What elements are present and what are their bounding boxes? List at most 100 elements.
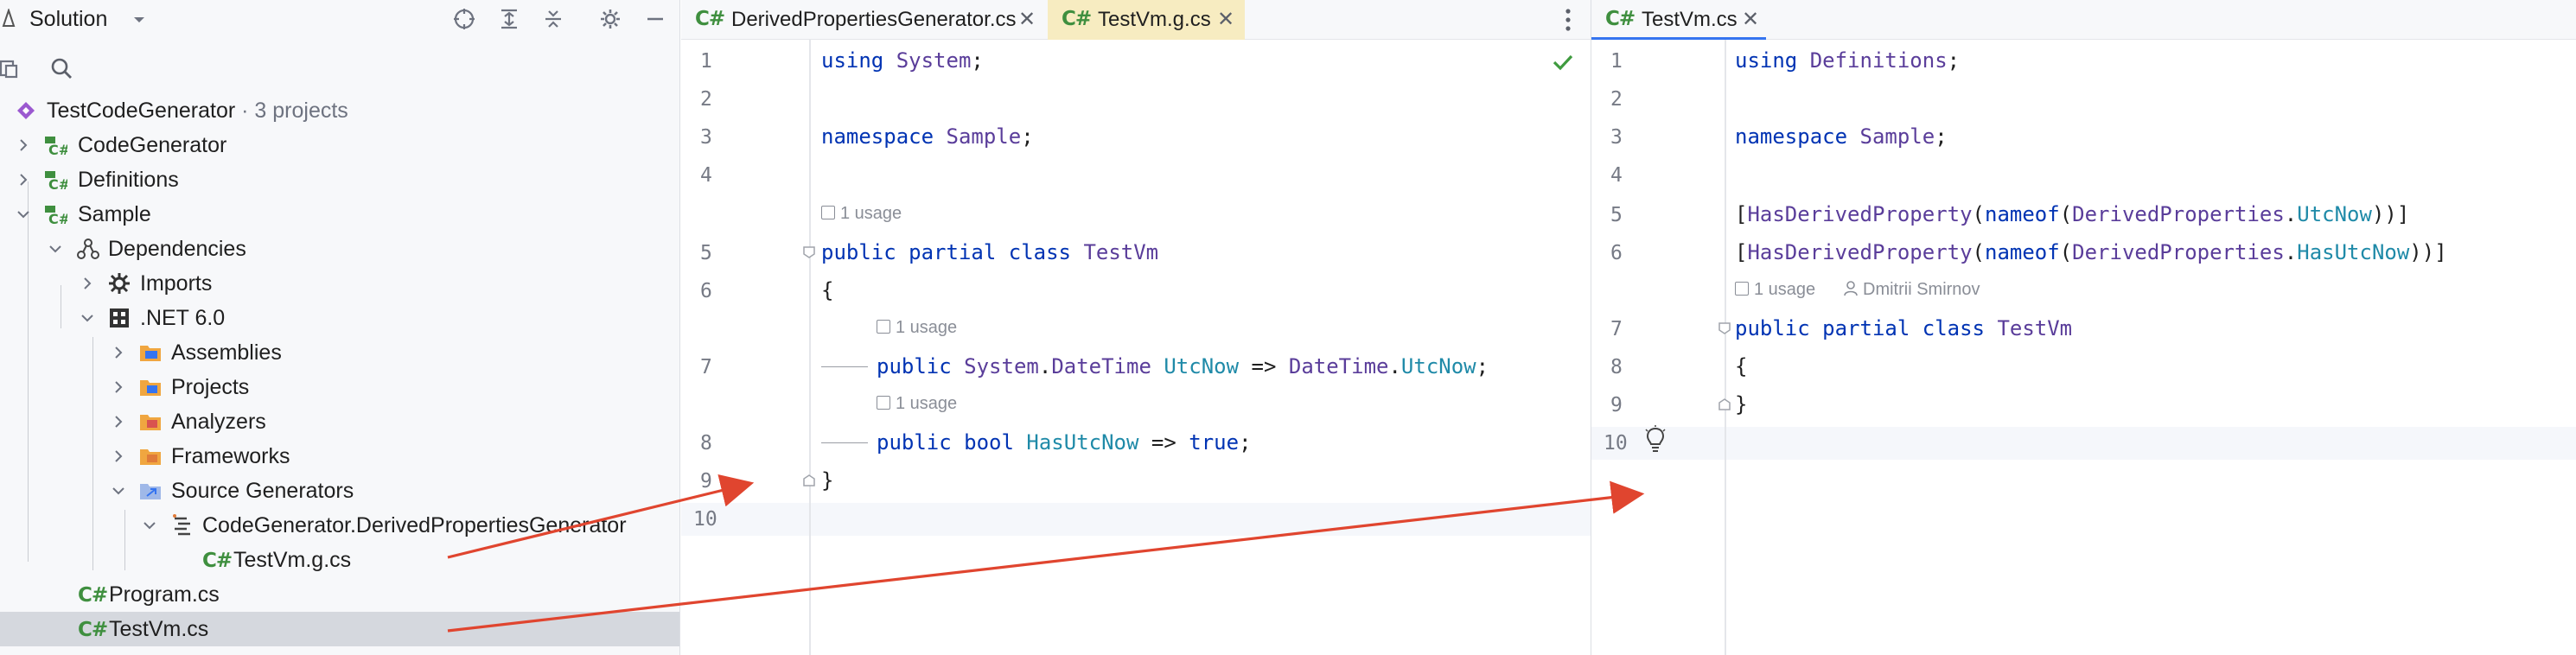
close-icon[interactable]: ✕ xyxy=(1742,7,1759,32)
more-options-icon[interactable] xyxy=(1561,7,1575,33)
usages-hint[interactable]: 1 usage xyxy=(1735,280,1815,300)
line-number: 3 xyxy=(1610,126,1623,149)
dependencies-icon xyxy=(77,238,99,259)
expand-all-icon[interactable] xyxy=(495,5,523,33)
code-line-5[interactable]: public partial class TestVm xyxy=(821,240,1158,264)
tree-item-label: Imports xyxy=(140,271,213,296)
chevron-right-icon[interactable] xyxy=(111,379,126,395)
tree-item-codegenerator[interactable]: C# CodeGenerator xyxy=(0,128,679,162)
search-icon[interactable] xyxy=(47,54,76,83)
code-line-8[interactable]: { xyxy=(1735,354,1747,378)
code-line-3[interactable]: namespace Sample; xyxy=(1735,124,1948,149)
solution-logo-icon xyxy=(2,9,16,27)
solution-explorer: Solution TestCodeGenerator · 3 projects … xyxy=(0,0,680,655)
chevron-down-icon[interactable] xyxy=(48,241,63,257)
svg-text:C#: C# xyxy=(48,142,67,157)
collapse-all-icon[interactable] xyxy=(539,5,567,33)
solution-icon xyxy=(17,102,35,119)
fold-marker-icon[interactable] xyxy=(802,245,816,259)
line-number: 8 xyxy=(700,432,712,455)
close-icon[interactable]: ✕ xyxy=(1217,7,1234,32)
usage-icon xyxy=(821,206,835,219)
tab-testvm-cs[interactable]: C# TestVm.cs ✕ xyxy=(1591,0,1766,40)
fold-marker-icon[interactable] xyxy=(1718,321,1731,335)
tree-item-sample[interactable]: C# Sample xyxy=(0,197,679,232)
tree-item-derived-properties-generator[interactable]: CodeGenerator.DerivedPropertiesGenerator xyxy=(0,508,679,543)
csharp-project-icon: C# xyxy=(45,171,67,192)
tree-item-frameworks[interactable]: Frameworks xyxy=(0,439,679,474)
chevron-down-icon[interactable] xyxy=(16,207,31,222)
tree-item-testvm-cs[interactable]: C# TestVm.cs xyxy=(0,612,679,646)
tree-item-projects[interactable]: Projects xyxy=(0,370,679,404)
code-line-8[interactable]: public bool HasUtcNow => true; xyxy=(877,430,1252,455)
close-icon[interactable]: ✕ xyxy=(1018,7,1036,32)
chevron-right-icon[interactable] xyxy=(111,448,126,464)
gutter-separator xyxy=(1725,40,1726,655)
usages-hint[interactable]: 1 usage xyxy=(877,318,957,338)
code-line-7[interactable]: public System.DateTime UtcNow => DateTim… xyxy=(877,354,1489,378)
line-number: 6 xyxy=(700,280,712,302)
fold-marker-icon[interactable] xyxy=(802,474,816,487)
code-line-6[interactable]: { xyxy=(821,278,833,302)
show-files-icon[interactable] xyxy=(0,54,24,83)
tree-item-dependencies[interactable]: Dependencies xyxy=(0,232,679,266)
source-generators-icon xyxy=(140,484,161,499)
tree-item-label: TestVm.g.cs xyxy=(233,548,352,572)
tree-item-analyzers[interactable]: Analyzers xyxy=(0,404,679,439)
usages-hint[interactable]: 1 usage xyxy=(877,394,957,414)
tree-item-label: TestVm.cs xyxy=(109,617,209,641)
usages-hint[interactable]: 1 usage xyxy=(821,204,902,224)
chevron-down-icon[interactable] xyxy=(111,483,126,499)
minimize-icon[interactable] xyxy=(641,5,669,33)
tree-item-solution[interactable]: TestCodeGenerator · 3 projects xyxy=(0,93,679,128)
tree-item-program-cs[interactable]: C# Program.cs xyxy=(0,577,679,612)
code-line-1[interactable]: using System; xyxy=(821,48,984,73)
chevron-right-icon[interactable] xyxy=(16,137,31,153)
code-line-9[interactable]: } xyxy=(1735,392,1747,417)
chevron-right-icon[interactable] xyxy=(111,414,126,429)
chevron-right-icon[interactable] xyxy=(80,276,95,291)
tree-item-label: Analyzers xyxy=(171,410,266,434)
tree-item-imports[interactable]: Imports xyxy=(0,266,679,301)
code-line-3[interactable]: namespace Sample; xyxy=(821,124,1034,149)
current-line-highlight xyxy=(681,503,1591,536)
tree-item-net6[interactable]: .NET 6.0 xyxy=(0,301,679,335)
locate-file-icon[interactable] xyxy=(450,5,478,33)
line-number: 10 xyxy=(693,508,717,531)
csharp-file-icon: C# xyxy=(78,619,108,641)
chevron-down-icon[interactable] xyxy=(142,518,157,533)
chevron-down-icon[interactable] xyxy=(131,12,147,28)
line-number: 7 xyxy=(700,356,712,378)
solution-title[interactable]: Solution xyxy=(29,7,107,32)
chevron-right-icon[interactable] xyxy=(111,345,126,360)
user-icon xyxy=(1844,281,1858,296)
line-number: 2 xyxy=(1610,88,1623,111)
csharp-file-icon: C# xyxy=(78,584,108,607)
tab-testvm-g-cs[interactable]: C# TestVm.g.cs ✕ xyxy=(1048,0,1245,40)
line-number: 2 xyxy=(700,88,712,111)
no-problems-check-icon[interactable] xyxy=(1553,54,1573,71)
gutter-separator xyxy=(809,40,811,655)
tree-item-source-generators[interactable]: Source Generators xyxy=(0,474,679,508)
code-line-5[interactable]: [HasDerivedProperty(nameof(DerivedProper… xyxy=(1735,202,2409,226)
tree-item-assemblies[interactable]: Assemblies xyxy=(0,335,679,370)
tree-item-definitions[interactable]: C# Definitions xyxy=(0,162,679,197)
tab-derived-properties-generator[interactable]: C# DerivedPropertiesGenerator.cs ✕ xyxy=(681,0,1044,40)
tree-item-label: Frameworks xyxy=(171,444,290,468)
lightbulb-icon[interactable] xyxy=(1643,425,1667,455)
folder-icon xyxy=(140,380,161,396)
tree-item-label: Dependencies xyxy=(108,237,246,261)
code-line-7[interactable]: public partial class TestVm xyxy=(1735,316,2072,340)
fold-marker-icon[interactable] xyxy=(1718,397,1731,411)
chevron-right-icon[interactable] xyxy=(16,172,31,188)
line-number: 10 xyxy=(1604,432,1628,455)
chevron-down-icon[interactable] xyxy=(80,310,95,326)
code-line-1[interactable]: using Definitions; xyxy=(1735,48,1960,73)
gear-icon xyxy=(109,273,130,294)
code-line-6[interactable]: [HasDerivedProperty(nameof(DerivedProper… xyxy=(1735,240,2447,264)
csharp-file-icon: C# xyxy=(202,550,233,572)
tree-item-testvm-g-cs[interactable]: C# TestVm.g.cs xyxy=(0,543,679,577)
gear-icon[interactable] xyxy=(596,5,624,33)
author-hint[interactable]: Dmitrii Smirnov xyxy=(1844,280,1980,300)
code-line-9[interactable]: } xyxy=(821,468,833,493)
